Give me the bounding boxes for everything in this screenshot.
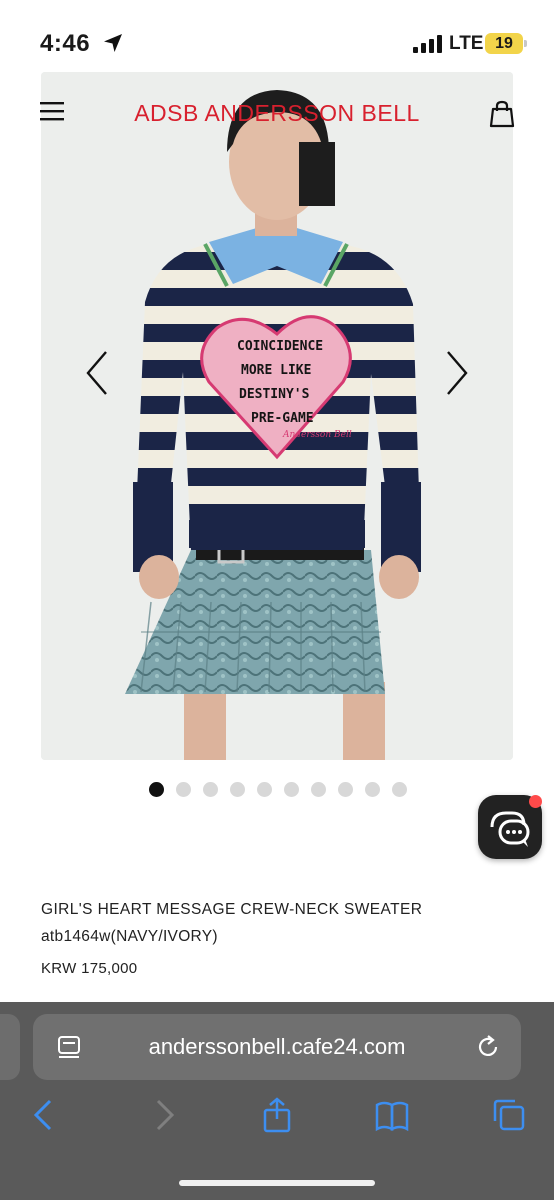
product-photo: COINCIDENCE MORE LIKE DESTINY'S PRE-GAME… xyxy=(41,72,513,760)
product-name: GIRL'S HEART MESSAGE CREW-NECK SWEATER xyxy=(41,901,423,918)
signal-strength-icon xyxy=(413,35,442,53)
carousel-dot-8[interactable] xyxy=(337,782,353,797)
shopping-bag-icon[interactable] xyxy=(489,100,515,128)
browser-toolbar: anderssonbell.cafe24.com xyxy=(0,1002,554,1200)
product-image-slide[interactable]: COINCIDENCE MORE LIKE DESTINY'S PRE-GAME… xyxy=(41,72,513,760)
carousel-dot-2[interactable] xyxy=(175,782,191,797)
carousel-dot-3[interactable] xyxy=(202,782,218,797)
sweater-text-line-2: MORE LIKE xyxy=(241,363,311,378)
share-icon[interactable] xyxy=(260,1097,294,1133)
chevron-left-icon[interactable] xyxy=(80,348,114,398)
status-bar: 4:46 LTE 19 xyxy=(0,0,554,80)
network-type: LTE xyxy=(449,33,484,54)
home-indicator xyxy=(179,1180,375,1186)
forward-arrow-icon[interactable] xyxy=(146,1097,180,1133)
battery-cap xyxy=(524,40,527,47)
sweater-signature: Andersson Bell xyxy=(282,430,352,440)
sweater-text-line-3: DESTINY'S xyxy=(239,387,310,402)
carousel-dot-6[interactable] xyxy=(283,782,299,797)
carousel-dot-9[interactable] xyxy=(364,782,380,797)
reload-icon[interactable] xyxy=(475,1034,501,1060)
carousel-dot-4[interactable] xyxy=(229,782,245,797)
brand-logo[interactable]: ADSB ANDERSSON BELL xyxy=(0,100,554,127)
bookmarks-icon[interactable] xyxy=(375,1097,409,1133)
battery-indicator: 19 xyxy=(485,33,523,54)
carousel-dot-10[interactable] xyxy=(391,782,407,797)
product-price: KRW 175,000 xyxy=(41,960,138,977)
sweater-text-line-4: PRE-GAME xyxy=(251,411,314,426)
status-time: 4:46 xyxy=(40,30,91,57)
sweater-text-line-1: COINCIDENCE xyxy=(237,339,323,354)
carousel-dot-7[interactable] xyxy=(310,782,326,797)
hamburger-menu-icon[interactable] xyxy=(40,100,66,122)
tabs-icon[interactable] xyxy=(492,1097,526,1133)
previous-tab-peek[interactable] xyxy=(0,1014,20,1080)
back-arrow-icon[interactable] xyxy=(28,1097,62,1133)
product-code: atb1464w(NAVY/IVORY) xyxy=(41,928,218,945)
url-text: anderssonbell.cafe24.com xyxy=(148,1034,406,1059)
chat-notification-badge xyxy=(529,795,542,808)
carousel-dot-1[interactable] xyxy=(148,782,164,797)
chevron-right-icon[interactable] xyxy=(440,348,474,398)
address-bar[interactable]: anderssonbell.cafe24.com xyxy=(33,1014,521,1080)
carousel-dot-5[interactable] xyxy=(256,782,272,797)
location-arrow-icon xyxy=(104,34,122,52)
carousel-pagination xyxy=(0,782,554,797)
